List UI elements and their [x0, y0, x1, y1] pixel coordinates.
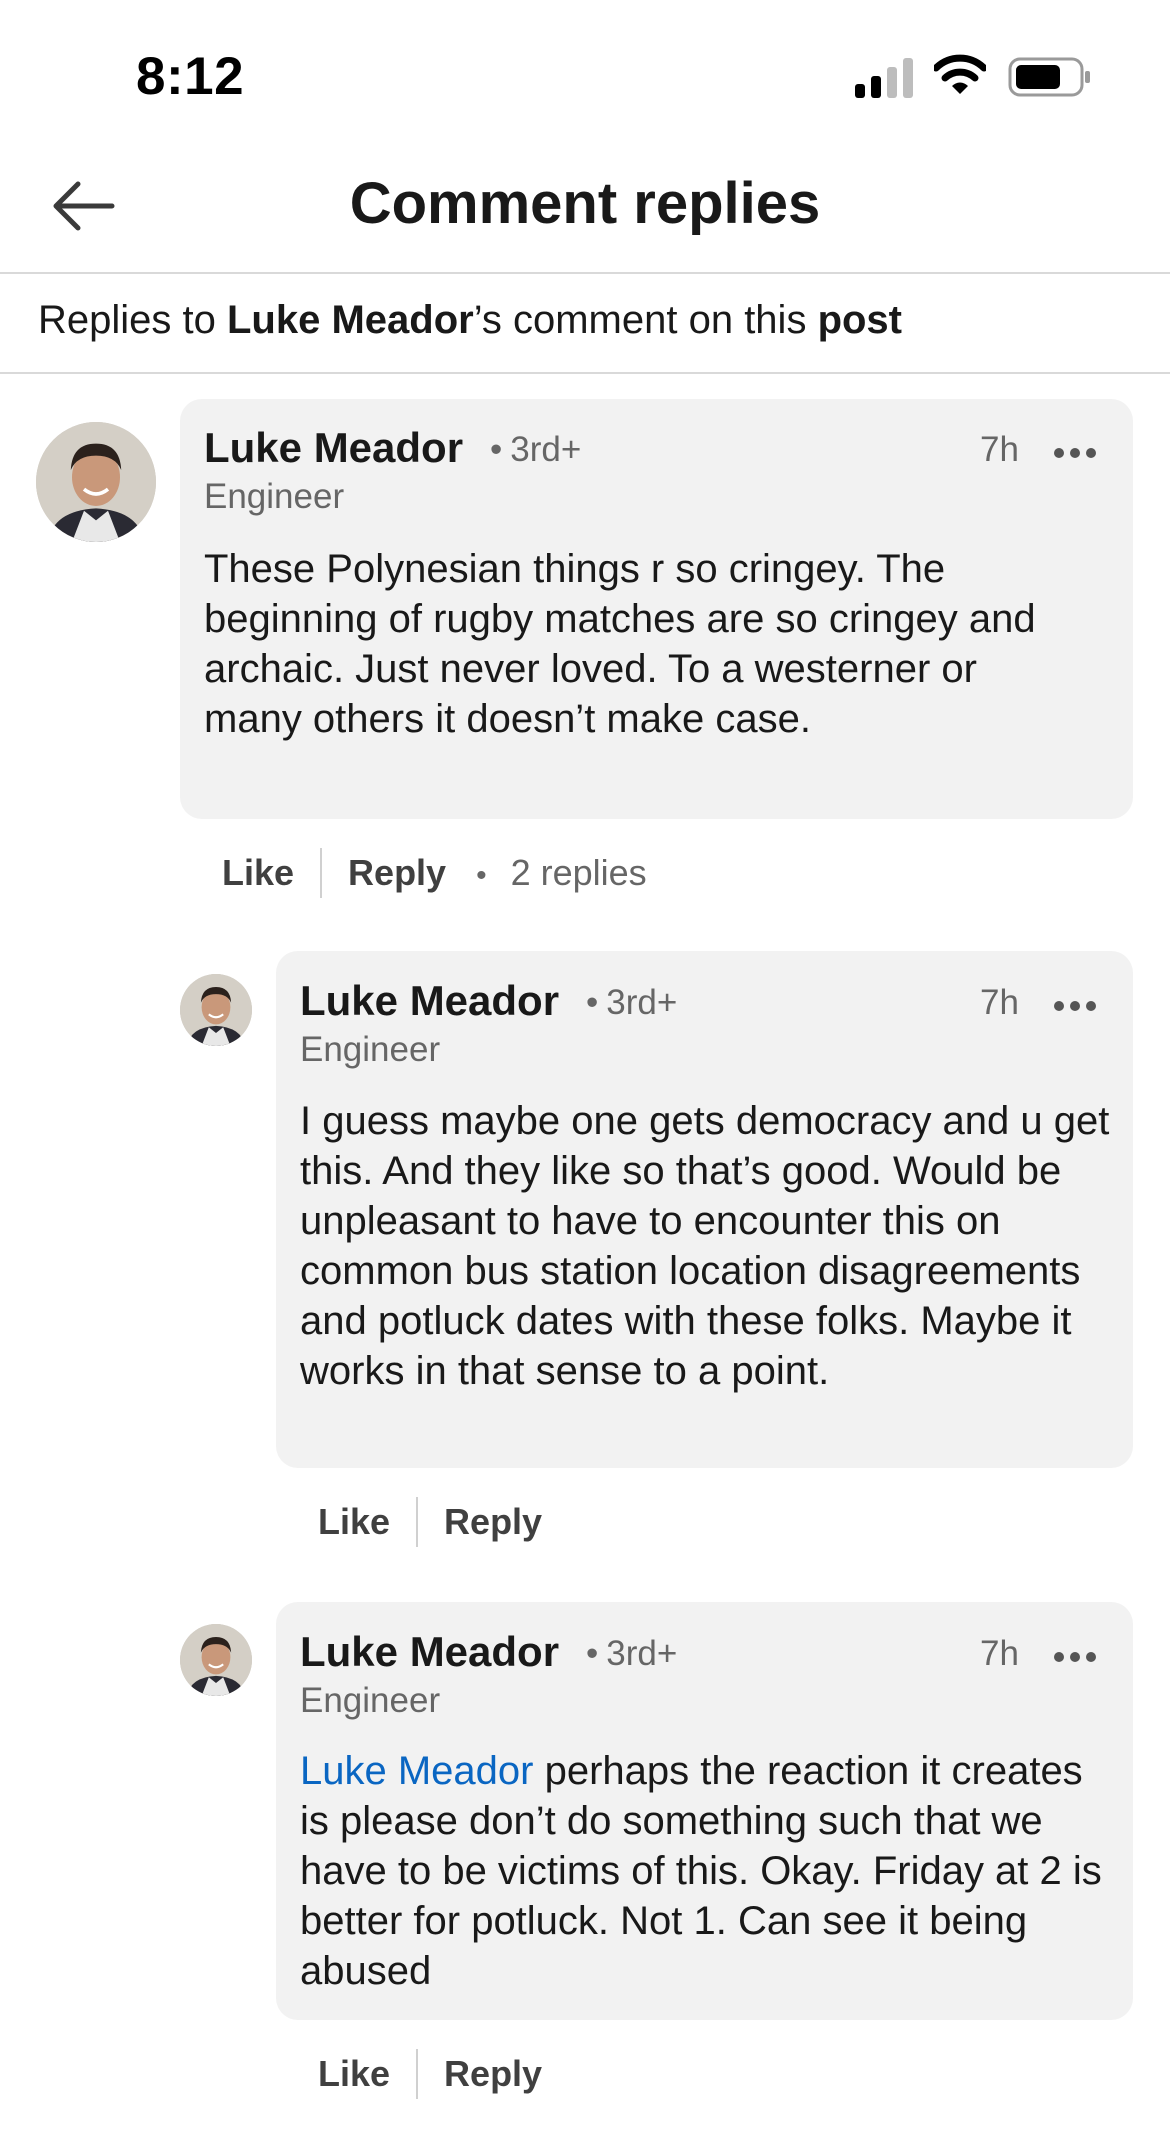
avatar[interactable] — [36, 422, 156, 542]
more-options-icon[interactable] — [1053, 1650, 1097, 1664]
post-link[interactable]: post — [818, 298, 902, 342]
reply-count[interactable]: • 2 replies — [476, 852, 647, 894]
profile-photo — [180, 974, 252, 1046]
context-text: Replies to Luke Meador’s comment on this… — [38, 298, 902, 343]
author-headline: Engineer — [204, 477, 345, 516]
degree-label: 3rd+ — [606, 1634, 678, 1673]
connection-degree: • 3rd+ — [586, 983, 678, 1022]
avatar[interactable] — [180, 1624, 252, 1696]
comment-text: These Polynesian things r so cringey. Th… — [204, 547, 1036, 741]
reply-button[interactable]: Reply — [348, 852, 446, 894]
reply-text: Luke Meador perhaps the reaction it crea… — [300, 1746, 1110, 1996]
reply-author-name[interactable]: Luke Meador — [300, 977, 559, 1025]
reply-timestamp: 7h — [980, 983, 1019, 1022]
more-options-icon[interactable] — [1053, 999, 1097, 1013]
like-button[interactable]: Like — [318, 2053, 390, 2095]
comment-author-name[interactable]: Luke Meador — [204, 424, 463, 472]
connection-degree: • 3rd+ — [490, 430, 582, 469]
reply-actions: Like Reply — [318, 1492, 542, 1552]
reply-author-name[interactable]: Luke Meador — [300, 1628, 559, 1676]
battery-icon — [1008, 57, 1090, 97]
like-button[interactable]: Like — [318, 1501, 390, 1543]
status-bar: 8:12 — [0, 0, 1170, 150]
reply-count-label: 2 replies — [510, 852, 647, 893]
reply-timestamp: 7h — [980, 1634, 1019, 1673]
comment-timestamp: 7h — [980, 430, 1019, 469]
context-bar: Replies to Luke Meador’s comment on this… — [0, 276, 1170, 374]
profile-photo — [36, 422, 156, 542]
reply-actions: Like Reply — [318, 2044, 542, 2104]
wifi-icon — [934, 54, 986, 94]
like-button[interactable]: Like — [222, 852, 294, 894]
comment-actions: Like Reply • 2 replies — [222, 843, 647, 903]
reply-button[interactable]: Reply — [444, 2053, 542, 2095]
connection-degree: • 3rd+ — [586, 1634, 678, 1673]
author-headline: Engineer — [300, 1681, 441, 1720]
degree-label: 3rd+ — [510, 430, 582, 469]
avatar[interactable] — [180, 974, 252, 1046]
action-divider — [320, 848, 323, 898]
reply-button[interactable]: Reply — [444, 1501, 542, 1543]
signal-icon — [855, 58, 913, 98]
status-time: 8:12 — [136, 47, 245, 106]
profile-photo — [180, 1624, 252, 1696]
header: Comment replies — [0, 150, 1170, 274]
context-middle: ’s comment on this — [473, 298, 818, 342]
action-divider — [416, 1497, 419, 1547]
action-divider — [416, 2049, 419, 2099]
context-author-link[interactable]: Luke Meador — [227, 298, 474, 342]
degree-label: 3rd+ — [606, 983, 678, 1022]
page-title: Comment replies — [349, 171, 821, 236]
context-prefix: Replies to — [38, 298, 227, 342]
mention-link[interactable]: Luke Meador — [300, 1749, 533, 1793]
more-options-icon[interactable] — [1053, 446, 1097, 460]
author-headline: Engineer — [300, 1030, 441, 1069]
reply-text: I guess maybe one gets democracy and u g… — [300, 1099, 1110, 1393]
